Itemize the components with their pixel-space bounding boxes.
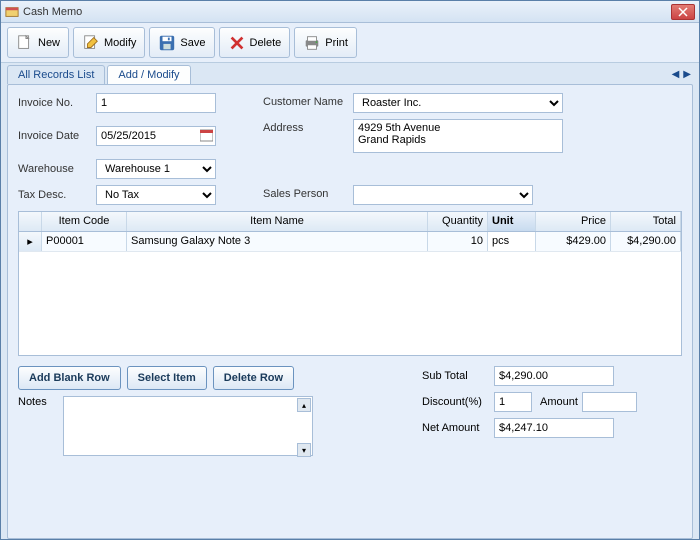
grid-header-quantity[interactable]: Quantity xyxy=(428,212,488,231)
tax-desc-select[interactable]: No Tax xyxy=(96,185,216,205)
calendar-icon[interactable] xyxy=(200,129,213,142)
row-selector-icon[interactable]: ▸ xyxy=(19,232,42,251)
invoice-date-label: Invoice Date xyxy=(18,130,96,142)
discount-pct-input[interactable] xyxy=(494,392,532,412)
items-grid: Item Code Item Name Quantity Unit Price … xyxy=(18,211,682,356)
delete-label: Delete xyxy=(250,37,282,49)
sales-person-select[interactable] xyxy=(353,185,533,205)
tabs: All Records List Add / Modify ◀ ▶ xyxy=(1,63,699,84)
grid-header-price[interactable]: Price xyxy=(536,212,611,231)
cell-quantity[interactable]: 10 xyxy=(428,232,488,251)
titlebar: Cash Memo xyxy=(1,1,699,23)
delete-row-button[interactable]: Delete Row xyxy=(213,366,294,390)
grid-header-total[interactable]: Total xyxy=(611,212,681,231)
customer-name-select[interactable]: Roaster Inc. xyxy=(353,93,563,113)
cell-item-code[interactable]: P00001 xyxy=(42,232,127,251)
save-button[interactable]: Save xyxy=(149,27,214,58)
grid-header-item-code[interactable]: Item Code xyxy=(42,212,127,231)
select-item-button[interactable]: Select Item xyxy=(127,366,207,390)
grid-actions: Add Blank Row Select Item Delete Row xyxy=(18,366,313,390)
customer-name-label: Customer Name xyxy=(263,93,353,108)
invoice-date-input[interactable] xyxy=(96,126,216,146)
print-label: Print xyxy=(325,37,348,49)
close-button[interactable] xyxy=(671,4,695,20)
discount-pct-label: Discount(%) xyxy=(422,396,494,408)
grid-row[interactable]: ▸ P00001 Samsung Galaxy Note 3 10 pcs $4… xyxy=(19,232,681,252)
toolbar: New Modify Save Delete Print xyxy=(1,23,699,63)
grid-header-unit[interactable]: Unit xyxy=(488,212,536,231)
cell-item-name[interactable]: Samsung Galaxy Note 3 xyxy=(127,232,428,251)
cell-price[interactable]: $429.00 xyxy=(536,232,611,251)
discount-amount-input[interactable] xyxy=(582,392,637,412)
invoice-no-label: Invoice No. xyxy=(18,97,96,109)
scroll-up-icon[interactable]: ▴ xyxy=(297,398,311,412)
notes-label: Notes xyxy=(18,396,63,459)
save-label: Save xyxy=(180,37,205,49)
cell-total[interactable]: $4,290.00 xyxy=(611,232,681,251)
grid-header-selector[interactable] xyxy=(19,212,42,231)
grid-body: ▸ P00001 Samsung Galaxy Note 3 10 pcs $4… xyxy=(19,232,681,355)
subtotal-label: Sub Total xyxy=(422,370,494,382)
grid-header-item-name[interactable]: Item Name xyxy=(127,212,428,231)
grid-header: Item Code Item Name Quantity Unit Price … xyxy=(19,212,681,232)
app-icon xyxy=(5,5,19,19)
scroll-down-icon[interactable]: ▾ xyxy=(297,443,311,457)
address-label: Address xyxy=(263,119,353,134)
warehouse-label: Warehouse xyxy=(18,163,96,175)
notes-textarea[interactable] xyxy=(63,396,313,456)
net-amount-label: Net Amount xyxy=(422,422,494,434)
tab-all-records[interactable]: All Records List xyxy=(7,65,105,84)
new-button[interactable]: New xyxy=(7,27,69,58)
address-textarea[interactable] xyxy=(353,119,563,153)
tax-desc-label: Tax Desc. xyxy=(18,189,96,201)
form-panel: Invoice No. Customer Name Roaster Inc. I… xyxy=(7,84,693,539)
cell-unit[interactable]: pcs xyxy=(488,232,536,251)
delete-button[interactable]: Delete xyxy=(219,27,291,58)
window-title: Cash Memo xyxy=(23,6,671,18)
invoice-no-input[interactable] xyxy=(96,93,216,113)
add-blank-row-button[interactable]: Add Blank Row xyxy=(18,366,121,390)
amount-label: Amount xyxy=(540,396,578,408)
print-button[interactable]: Print xyxy=(294,27,357,58)
cash-memo-window: Cash Memo New Modify Save Delete Print A… xyxy=(0,0,700,540)
new-label: New xyxy=(38,37,60,49)
tab-add-modify[interactable]: Add / Modify xyxy=(107,65,190,84)
sales-person-label: Sales Person xyxy=(263,185,353,200)
modify-button[interactable]: Modify xyxy=(73,27,145,58)
subtotal-input[interactable] xyxy=(494,366,614,386)
net-amount-input[interactable] xyxy=(494,418,614,438)
warehouse-select[interactable]: Warehouse 1 xyxy=(96,159,216,179)
tab-nav-prev[interactable]: ◀ xyxy=(670,69,682,80)
modify-label: Modify xyxy=(104,37,136,49)
tab-nav-next[interactable]: ▶ xyxy=(681,69,693,80)
